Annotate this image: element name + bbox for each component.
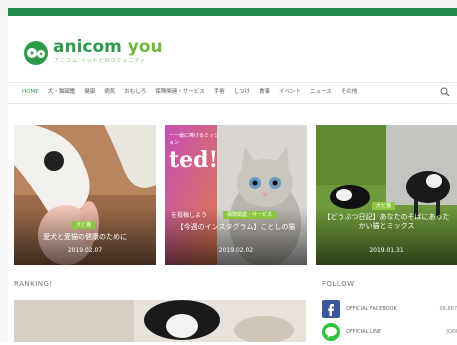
category-tag[interactable]: 犬と猫 [372, 202, 395, 210]
article-date: 2019.02.07 [14, 247, 156, 255]
nav-item[interactable]: 病気 [104, 87, 115, 97]
article-title[interactable]: 【今週のインスタグラム】ことしの猫 [171, 223, 301, 232]
dog-cat-logo-icon [22, 38, 50, 66]
facebook-icon [322, 300, 340, 318]
ranking-heading: RANKING! [14, 279, 53, 289]
category-tag[interactable]: 保険関連・サービス [223, 211, 276, 219]
featured-article-card[interactable]: 犬と猫 【どうぶつ日記】あなたのそばにあったかい猫とミックス 2019.01.3… [316, 125, 457, 265]
follow-facebook[interactable]: OFFICIAL FACEBOOK 98,867 [322, 300, 457, 320]
promo-banner-text: ted! [169, 147, 218, 173]
brand-name: anicom you [53, 38, 163, 57]
article-title[interactable]: 【どうぶつ日記】あなたのそばにあったかい猫とミックス [322, 213, 451, 231]
article-date: 2019.01.31 [316, 247, 457, 255]
top-bar [0, 0, 457, 16]
follow-label: OFFICIAL LINE [346, 328, 381, 336]
ranking-photo [14, 300, 306, 342]
follow-count: 98,867 [440, 305, 457, 313]
article-title[interactable]: 愛犬と愛猫の健康のために [20, 233, 150, 242]
nav-item[interactable]: その他 [341, 87, 358, 97]
promo-left-text: を投稿しよう [171, 212, 207, 220]
nav-item[interactable]: 保険関連・サービス [155, 87, 205, 97]
featured-article-card[interactable]: 犬と猫 愛犬と愛猫の健康のために 2019.02.07 [14, 125, 156, 265]
brand-tagline: アニコム ペットとのコミュニティ [54, 58, 146, 64]
page-edge [0, 16, 8, 342]
divider [8, 103, 457, 104]
category-tag[interactable]: 犬と猫 [72, 221, 95, 229]
promo-corner-text: ーー様に捧げるミッション [169, 133, 221, 147]
main-nav: HOME 犬・猫図鑑健康病気おもしろ保険関連・サービス手術しつけ食事イベントニュー… [22, 87, 357, 97]
line-icon [322, 323, 340, 341]
brand-stripe [8, 8, 457, 16]
follow-line[interactable]: OFFICIAL LINE JOIN [322, 323, 457, 343]
nav-item[interactable]: HOME [22, 87, 39, 97]
nav-item[interactable]: 食事 [259, 87, 270, 97]
follow-label: OFFICIAL FACEBOOK [346, 305, 397, 313]
nav-item[interactable]: 手術 [214, 87, 225, 97]
article-date: 2019.02.02 [165, 247, 307, 255]
follow-count[interactable]: JOIN [446, 328, 457, 336]
nav-item[interactable]: 犬・猫図鑑 [48, 87, 76, 97]
nav-item[interactable]: 健康 [84, 87, 95, 97]
nav-item[interactable]: ニュース [310, 87, 332, 97]
nav-item[interactable]: イベント [279, 87, 301, 97]
divider [8, 82, 457, 83]
follow-heading: FOLLOW [322, 279, 355, 289]
nav-item[interactable]: しつけ [234, 87, 250, 97]
ranking-article-image[interactable] [14, 300, 306, 342]
nav-item[interactable]: おもしろ [124, 87, 146, 97]
search-icon[interactable] [440, 87, 450, 97]
featured-article-card[interactable]: ーー様に捧げるミッション ted! を投稿しよう 保険関連・サービス 【今週のイ… [165, 125, 307, 265]
